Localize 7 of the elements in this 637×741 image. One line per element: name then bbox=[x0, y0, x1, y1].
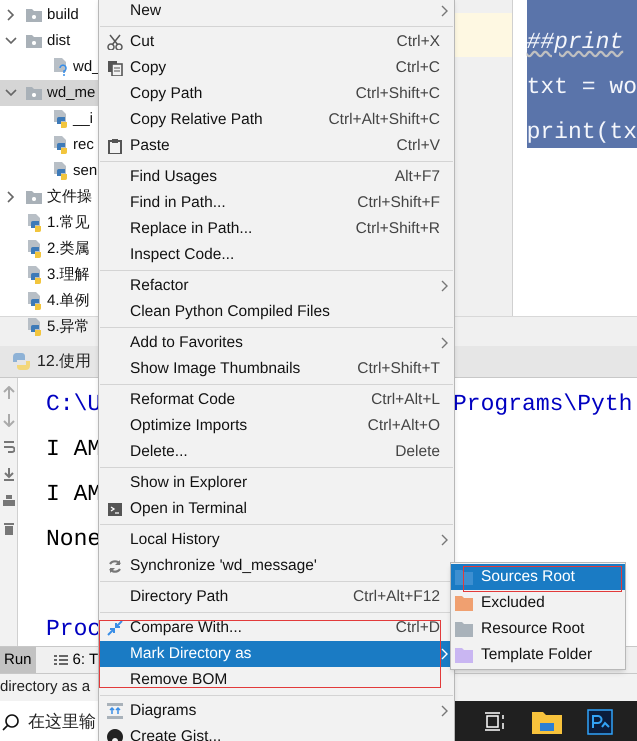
console-line: Proc bbox=[46, 615, 102, 644]
status-text: directory as a bbox=[0, 677, 90, 698]
code-line: ##print bbox=[526, 28, 624, 57]
console-line: Programs\Pyth bbox=[453, 390, 632, 419]
code-line: txt = wo bbox=[526, 73, 637, 102]
code-line: print(tx bbox=[526, 118, 637, 147]
console-line: None bbox=[46, 525, 102, 554]
